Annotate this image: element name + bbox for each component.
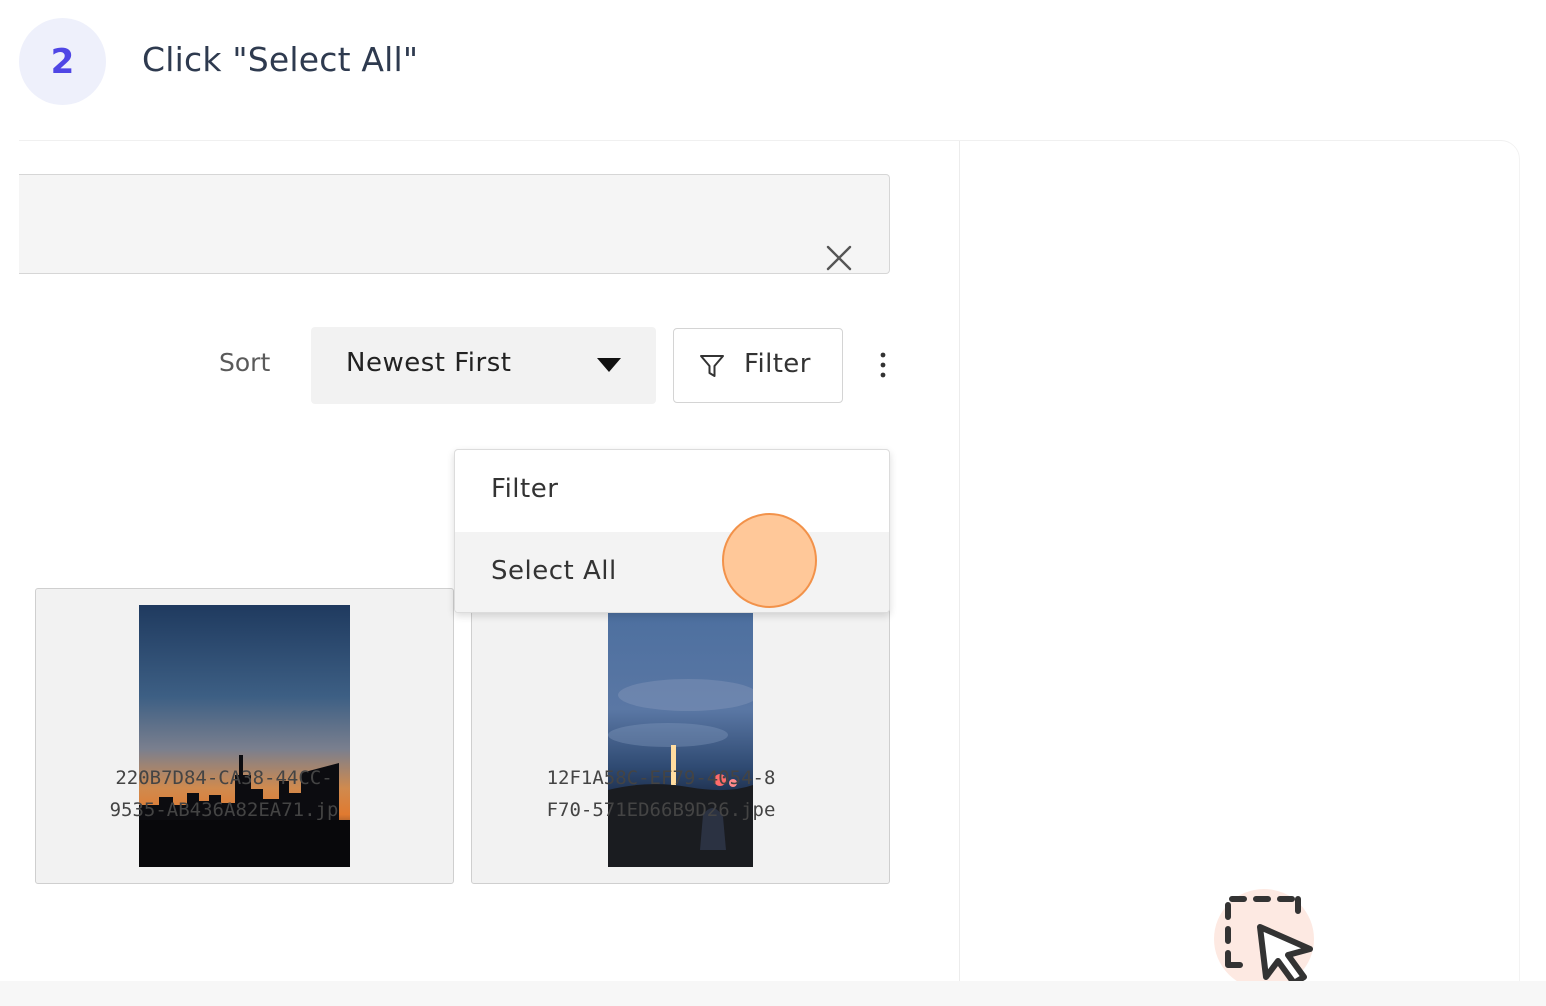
- caret-down-icon: [597, 358, 621, 372]
- photo-card[interactable]: [471, 588, 890, 884]
- click-indicator: [722, 513, 817, 608]
- close-icon[interactable]: [824, 243, 854, 273]
- filter-button[interactable]: Filter: [673, 328, 843, 403]
- menu-item-filter[interactable]: Filter: [455, 450, 889, 530]
- menu-item-label: Select All: [491, 556, 617, 586]
- photo-thumbnail: [139, 605, 350, 867]
- screenshot-frame: Sort Newest First Filter Filter Select A…: [19, 141, 1519, 981]
- file-name-line: 12F1A58C-EF79-4054-8: [546, 767, 776, 789]
- menu-item-select-all[interactable]: Select All: [455, 532, 889, 612]
- panel-divider: [959, 141, 960, 981]
- file-name: 220B7D84-CA38-44CC- 9535-AB436A82EA71.jp: [24, 762, 424, 826]
- sort-value: Newest First: [346, 348, 512, 378]
- sort-label: Sort: [219, 348, 271, 377]
- more-options-menu: Filter Select All: [454, 449, 890, 613]
- footer-strip: [0, 981, 1546, 1006]
- step-number: 2: [50, 41, 75, 82]
- more-vertical-icon[interactable]: [875, 351, 891, 381]
- search-bar[interactable]: [19, 174, 890, 274]
- sort-select[interactable]: Newest First: [311, 327, 656, 404]
- photo-thumbnail: [608, 605, 753, 867]
- filter-button-label: Filter: [744, 349, 811, 379]
- file-name-line: F70-571ED66B9D26.jpe: [546, 799, 776, 821]
- step-number-badge: 2: [19, 18, 106, 105]
- menu-item-label: Filter: [491, 474, 559, 504]
- step-title: Click "Select All": [142, 40, 419, 79]
- select-pointer-icon: [1214, 889, 1314, 981]
- file-name-line: 9535-AB436A82EA71.jp: [109, 799, 339, 821]
- file-name-line: 220B7D84-CA38-44CC-: [115, 767, 333, 789]
- filter-icon: [700, 355, 724, 377]
- photo-card[interactable]: [35, 588, 454, 884]
- file-name: 12F1A58C-EF79-4054-8 F70-571ED66B9D26.jp…: [461, 762, 861, 826]
